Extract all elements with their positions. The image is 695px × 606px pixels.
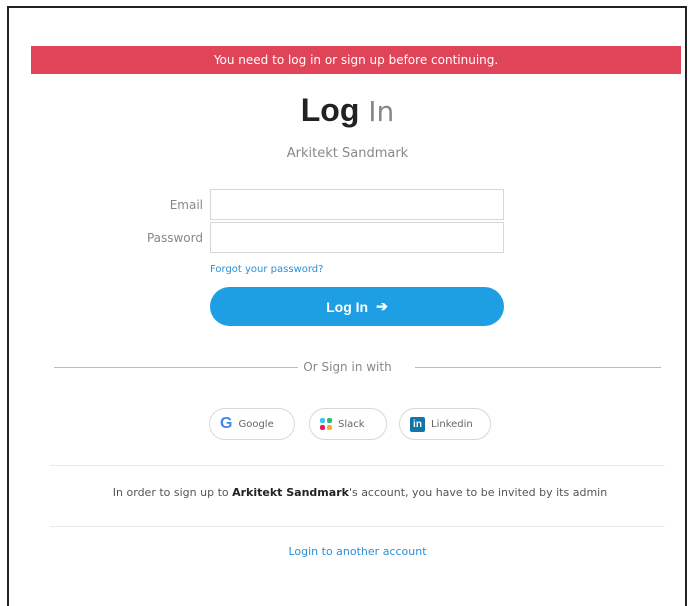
email-label: Email (169, 198, 203, 212)
invite-org: Arkitekt Sandmark (232, 486, 349, 499)
google-signin-button[interactable]: G Google (209, 408, 295, 440)
or-sign-in-with: Or Sign in with (303, 360, 392, 374)
arrow-right-icon: ➔ (376, 298, 388, 314)
linkedin-signin-button[interactable]: in Linkedin (399, 408, 491, 440)
separator-bottom (50, 526, 665, 527)
password-field[interactable] (210, 222, 504, 253)
title-light: In (368, 95, 395, 128)
alert-banner: You need to log in or sign up before con… (31, 46, 681, 74)
page-title: Log In (0, 92, 695, 129)
forgot-password-link[interactable]: Forgot your password? (210, 264, 323, 275)
invite-notice: In order to sign up to Arkitekt Sandmark… (0, 486, 695, 499)
invite-suffix: 's account, you have to be invited by it… (348, 486, 608, 499)
login-button[interactable]: Log In ➔ (210, 287, 504, 326)
google-label: Google (238, 418, 274, 430)
alert-message: You need to log in or sign up before con… (213, 53, 499, 67)
linkedin-label: Linkedin (431, 418, 473, 430)
login-another-account-link[interactable]: Login to another account (0, 545, 695, 558)
invite-prefix: In order to sign up to (112, 486, 233, 499)
login-button-label: Log In (326, 298, 369, 315)
slack-icon (320, 418, 332, 430)
organization-name: Arkitekt Sandmark (286, 146, 409, 161)
slack-label: Slack (338, 418, 365, 430)
password-label: Password (146, 231, 203, 245)
email-field[interactable] (210, 189, 504, 220)
separator-top (50, 465, 665, 466)
title-bold: Log (300, 92, 360, 128)
google-icon: G (220, 415, 233, 432)
linkedin-icon: in (410, 416, 425, 432)
slack-signin-button[interactable]: Slack (309, 408, 387, 440)
